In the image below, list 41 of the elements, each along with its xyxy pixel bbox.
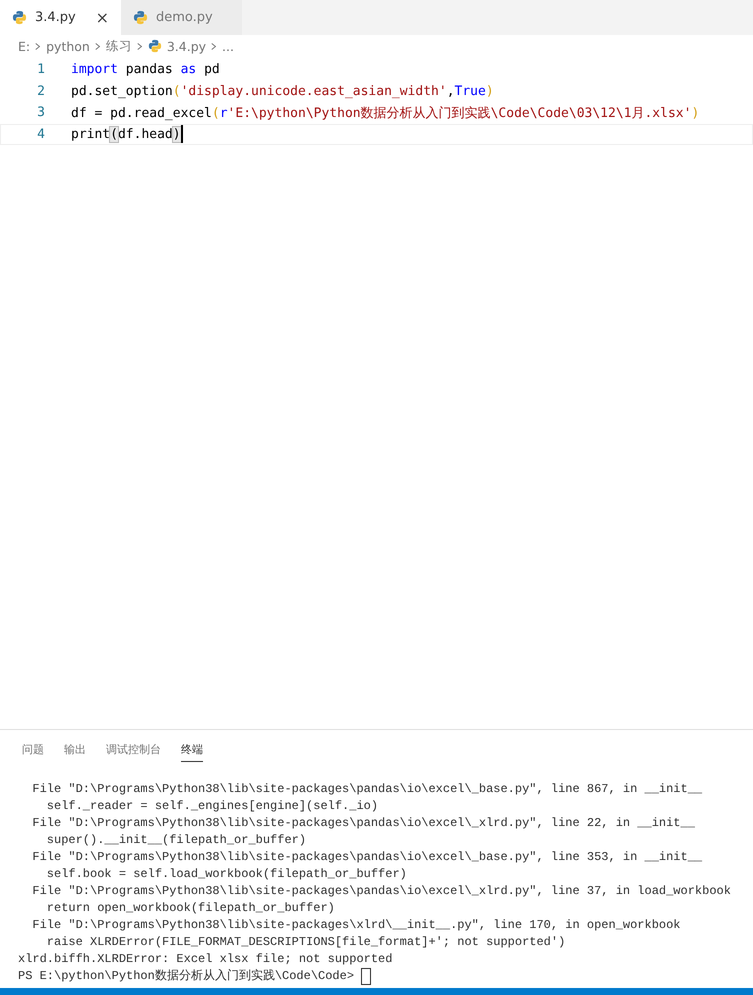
terminal-line: self.book = self.load_workbook(filepath_or_buffer) <box>46 866 408 883</box>
python-file-icon <box>12 10 27 25</box>
terminal-line: self._reader = self._engines[engine](self._io) <box>46 798 380 815</box>
terminal-cursor <box>361 968 372 985</box>
code-line: print(df.head) <box>71 126 181 142</box>
chevron-right-icon <box>94 42 101 50</box>
python-file-icon <box>133 10 148 25</box>
terminal-line: File "D:\Programs\Python38\lib\site-packages\pandas\io\excel\_base.py", line 867, in __init__ <box>31 781 704 798</box>
breadcrumb-item[interactable]: E: <box>18 38 30 54</box>
line-number: 2 <box>36 84 46 99</box>
terminal-line: File "D:\Programs\Python38\lib\site-packages\xlrd\__init__.py", line 170, in open_workbook <box>31 917 682 934</box>
terminal-line: return open_workbook(filepath_or_buffer) <box>46 900 336 917</box>
code-line: df = pd.read_excel(r'E:\python\Python数据分析从入门到实践\Code\Code\03\12\1月.xlsx') <box>71 104 700 122</box>
python-file-icon <box>148 39 162 53</box>
terminal-line: File "D:\Programs\Python38\lib\site-packages\pandas\io\excel\_xlrd.py", line 22, in __init__ <box>31 815 696 832</box>
terminal-line: super().__init__(filepath_or_buffer) <box>46 832 308 849</box>
terminal-line: File "D:\Programs\Python38\lib\site-packages\pandas\io\excel\_xlrd.py", line 37, in load_workbook <box>31 883 732 900</box>
panel-tab[interactable]: 终端 <box>181 739 203 762</box>
breadcrumb-item[interactable]: ... <box>222 38 234 54</box>
line-number: 4 <box>36 126 46 142</box>
close-icon[interactable]: × <box>96 8 109 27</box>
breadcrumb-item[interactable]: 3.4.py <box>166 38 206 54</box>
panel-tab[interactable]: 输出 <box>64 739 86 761</box>
terminal-line: File "D:\Programs\Python38\lib\site-packages\pandas\io\excel\_base.py", line 353, in __init__ <box>31 849 704 866</box>
terminal-line: raise XLRDError(FILE_FORMAT_DESCRIPTIONS[file_format]+'; not supported') <box>46 934 566 951</box>
code-line: pd.set_option('display.unicode.east_asian_width',True) <box>71 84 494 99</box>
editor-tab[interactable]: demo.py <box>121 0 242 35</box>
breadcrumb-item[interactable]: python <box>46 38 90 54</box>
code-line: import pandas as pd <box>71 62 220 78</box>
terminal-prompt: PS E:\python\Python数据分析从入门到实践\Code\Code> <box>18 968 354 985</box>
editor-tab[interactable]: 3.4.py × <box>0 0 121 35</box>
line-number: 1 <box>36 62 46 78</box>
line-number: 3 <box>36 105 46 120</box>
text-cursor <box>180 125 183 144</box>
panel-tab[interactable]: 问题 <box>22 739 44 761</box>
chevron-right-icon <box>136 42 143 50</box>
chevron-right-icon <box>35 42 42 50</box>
terminal-line: xlrd.biffh.XLRDError: Excel xlsx file; not supported <box>18 951 394 968</box>
breadcrumb-item[interactable]: 练习 <box>106 38 132 54</box>
panel-tab[interactable]: 调试控制台 <box>106 739 161 761</box>
chevron-right-icon <box>211 42 218 50</box>
